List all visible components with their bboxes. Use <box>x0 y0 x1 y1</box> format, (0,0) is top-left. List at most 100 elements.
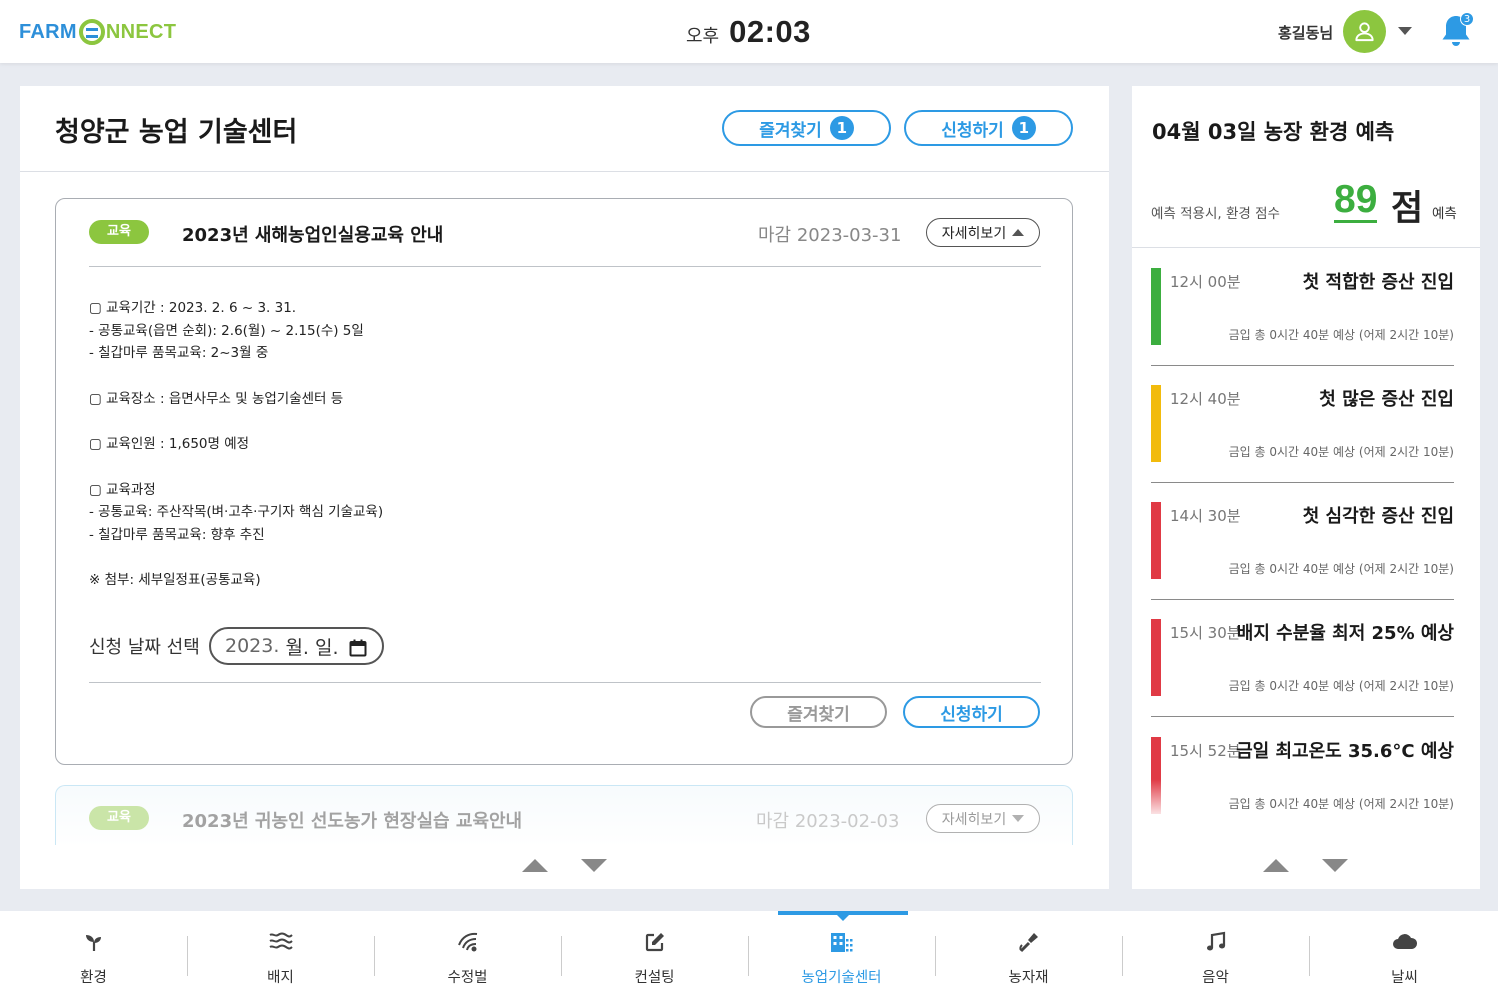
event-description: 금입 총 0시간 40분 예상 (어제 2시간 10분) <box>1228 797 1454 811</box>
logo-text-farm: FARM <box>19 20 77 43</box>
body-line: - 칠갑마루 품목교육: 2~3월 중 <box>89 345 269 362</box>
avatar[interactable] <box>1343 10 1386 53</box>
divider <box>1151 482 1454 483</box>
chevron-up-icon <box>1012 229 1025 236</box>
event-description: 금입 총 0시간 40분 예상 (어제 2시간 10분) <box>1228 328 1454 342</box>
tech-center-panel: 청양군 농업 기술센터 즐겨찾기 1 신청하기 1 교육 2023년 새해농업인… <box>20 86 1109 889</box>
nav-label: 농업기술센터 <box>801 970 882 986</box>
scroll-up-icon[interactable] <box>1263 859 1289 872</box>
divider <box>20 171 1109 172</box>
body-line: ※ 첨부: 세부일정표(공통교육) <box>89 572 261 589</box>
favorites-filter-button[interactable]: 즐겨찾기 1 <box>722 110 891 146</box>
add-favorite-button[interactable]: 즐겨찾기 <box>750 696 887 728</box>
user-icon <box>1355 22 1374 42</box>
divider <box>89 266 1041 267</box>
cloud-icon <box>1392 934 1417 949</box>
clock-ampm: 오후 <box>686 26 720 47</box>
event-time: 15시 52분 <box>1170 742 1241 760</box>
details-label: 자세히보기 <box>941 811 1007 828</box>
notice-deadline: 마감 2023-02-03 <box>756 811 900 832</box>
event-title: 첫 적합한 증산 진입 <box>1302 272 1454 293</box>
favorites-filter-label: 즐겨찾기 <box>759 120 822 141</box>
event-description: 금입 총 0시간 40분 예상 (어제 2시간 10분) <box>1228 679 1454 693</box>
edit-icon <box>645 933 664 952</box>
forecast-scroll-controls <box>1263 859 1348 872</box>
event-title: 첫 많은 증산 진입 <box>1319 389 1454 410</box>
notice-card-expanded: 교육 2023년 새해농업인실용교육 안내 마감 2023-03-31 자세히보… <box>55 198 1073 765</box>
nav-item-music[interactable]: 음악 <box>1122 911 1309 1000</box>
nav-item-materials[interactable]: 농자재 <box>935 911 1122 1000</box>
nav-item-tech-center[interactable]: 농업기술센터 <box>748 911 935 1000</box>
applications-filter-label: 신청하기 <box>941 120 1004 141</box>
event-title: 첫 심각한 증산 진입 <box>1302 506 1454 527</box>
body-line: ▢ 교육기간 : 2023. 2. 6 ~ 3. 31. <box>89 300 297 316</box>
body-line <box>89 456 383 479</box>
logo-ring-icon <box>78 19 105 45</box>
body-line: - 공통교육: 주산작목(벼·고추·구기자 핵심 기술교육) <box>89 504 384 521</box>
divider <box>1151 599 1454 600</box>
forecast-title: 04월 03일 농장 환경 예측 <box>1152 120 1395 144</box>
forecast-event: 12시 40분 첫 많은 증산 진입 금입 총 0시간 40분 예상 (어제 2… <box>1151 385 1454 502</box>
event-description: 금입 총 0시간 40분 예상 (어제 2시간 10분) <box>1228 445 1454 459</box>
calendar-icon[interactable] <box>349 639 367 657</box>
body-line: ▢ 교육과정 <box>89 481 156 498</box>
building-icon <box>830 933 852 952</box>
top-header: FARM NNECT 오후 02:03 홍길동님 3 <box>0 0 1498 63</box>
forecast-event: 12시 00분 첫 적합한 증산 진입 금입 총 0시간 40분 예상 (어제 … <box>1151 268 1454 385</box>
user-menu-chevron-down-icon[interactable] <box>1398 27 1412 35</box>
notice-deadline: 마감 2023-03-31 <box>758 225 902 246</box>
forecast-event: 14시 30분 첫 심각한 증산 진입 금입 총 0시간 40분 예상 (어제 … <box>1151 502 1454 619</box>
body-line: ▢ 교육인원 : 1,650명 예정 <box>89 436 250 453</box>
music-icon <box>1206 931 1225 951</box>
divider <box>1151 365 1454 366</box>
nav-label: 환경 <box>80 970 107 986</box>
nav-item-environment[interactable]: 환경 <box>0 911 187 1000</box>
status-bar <box>1151 619 1161 696</box>
status-bar <box>1151 268 1161 345</box>
scroll-down-icon[interactable] <box>1322 859 1348 872</box>
body-line: - 칠갑마루 품목교육: 향후 추진 <box>89 526 265 543</box>
application-date-input[interactable]: 2023. 월. 일. <box>209 627 384 665</box>
event-time: 12시 00분 <box>1170 273 1241 291</box>
scroll-up-icon[interactable] <box>522 859 548 872</box>
nav-item-consulting[interactable]: 컨설팅 <box>561 911 748 1000</box>
nav-item-pollinator[interactable]: 수정벌 <box>374 911 561 1000</box>
collapse-details-button[interactable]: 자세히보기 <box>926 218 1040 247</box>
body-line <box>89 410 383 433</box>
status-bar <box>1151 385 1161 462</box>
details-label: 자세히보기 <box>941 225 1007 242</box>
logo-text-connect: NNECT <box>105 20 177 43</box>
divider <box>1132 247 1480 248</box>
applications-filter-button[interactable]: 신청하기 1 <box>904 110 1073 146</box>
date-select-label: 신청 날짜 선택 <box>89 637 200 658</box>
page-title: 청양군 농업 기술센터 <box>55 117 298 148</box>
farmconnect-logo[interactable]: FARM NNECT <box>19 15 176 49</box>
bottom-navigation: 환경 배지 수정벌 컨설팅 농업기술센터 농자재 음악 날씨 <box>0 911 1498 1000</box>
date-month-day: 월. 일. <box>279 636 339 659</box>
notice-card-collapsed[interactable]: 교육 2023년 귀농인 선도농가 현장실습 교육안내 마감 2023-02-0… <box>55 785 1073 845</box>
event-title: 배지 수분율 최저 25% 예상 <box>1236 623 1454 644</box>
status-bar <box>1151 502 1161 579</box>
score-suffix: 예측 <box>1432 206 1457 222</box>
farm-forecast-panel: 04월 03일 농장 환경 예측 예측 적용시, 환경 점수 89 점 예측 1… <box>1132 86 1480 889</box>
list-scroll-controls <box>522 859 607 872</box>
status-bar <box>1151 737 1161 814</box>
nav-item-substrate[interactable]: 배지 <box>187 911 374 1000</box>
applications-count-badge: 1 <box>1011 116 1036 140</box>
notice-body: ▢ 교육기간 : 2023. 2. 6 ~ 3. 31. - 공통교육(읍면 순… <box>89 297 383 592</box>
date-year: 2023. <box>225 635 280 657</box>
tool-icon <box>1018 933 1038 953</box>
score-unit: 점 <box>1391 189 1424 229</box>
user-name[interactable]: 홍길동님 <box>1278 22 1333 43</box>
scroll-down-icon[interactable] <box>581 859 607 872</box>
event-time: 15시 30분 <box>1170 624 1241 642</box>
nav-item-weather[interactable]: 날씨 <box>1311 911 1498 1000</box>
apply-button[interactable]: 신청하기 <box>903 696 1040 728</box>
body-line: ▢ 교육장소 : 읍면사무소 및 농업기술센터 등 <box>89 390 344 407</box>
category-tag: 교육 <box>89 220 149 244</box>
clock-time: 02:03 <box>729 14 811 49</box>
forecast-event: 15시 52분 금일 최고온도 35.6°C 예상 금입 총 0시간 40분 예… <box>1151 737 1454 854</box>
notice-title: 2023년 귀농인 선도농가 현장실습 교육안내 <box>182 811 523 832</box>
event-time: 14시 30분 <box>1170 507 1241 525</box>
expand-details-button[interactable]: 자세히보기 <box>926 804 1040 833</box>
